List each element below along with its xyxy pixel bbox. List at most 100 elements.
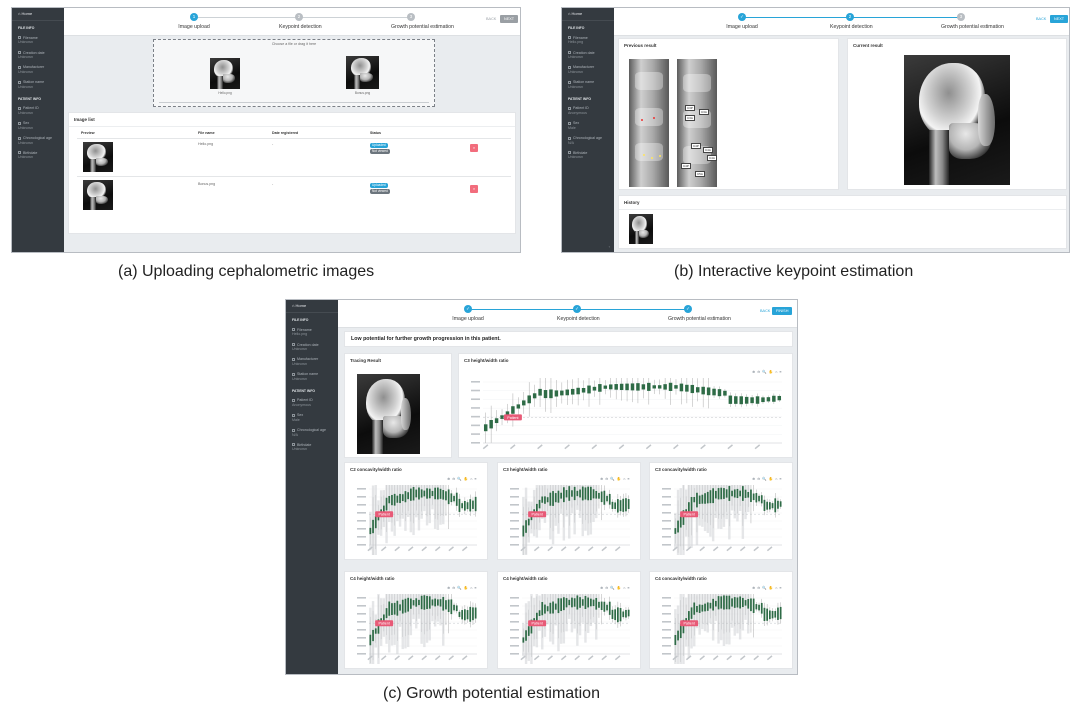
box[interactable] [557, 594, 560, 652]
step-growth[interactable]: 3 Growth potential estimation [391, 13, 454, 30]
box[interactable] [747, 594, 750, 634]
box[interactable] [554, 485, 557, 526]
box[interactable] [442, 485, 445, 525]
box[interactable] [598, 594, 600, 618]
box[interactable] [609, 378, 613, 398]
sidebar-home[interactable]: ⌂ Home [562, 8, 614, 22]
box[interactable] [554, 380, 559, 407]
box[interactable] [766, 395, 771, 404]
box-plot[interactable]: Patient [660, 485, 788, 555]
box-plot[interactable]: Patient [508, 594, 636, 664]
box[interactable] [396, 485, 399, 522]
box[interactable] [779, 499, 782, 509]
box[interactable] [433, 594, 437, 627]
box[interactable] [734, 393, 738, 407]
box[interactable] [557, 485, 560, 534]
box[interactable] [573, 485, 576, 535]
next-button[interactable]: NEXT [500, 15, 519, 23]
box[interactable] [771, 501, 774, 511]
box[interactable] [619, 495, 622, 516]
box[interactable] [406, 594, 410, 648]
box[interactable] [750, 594, 752, 633]
box[interactable] [606, 493, 608, 504]
box[interactable] [425, 594, 429, 643]
box[interactable] [627, 607, 630, 619]
step-upload[interactable]: 1 Image upload [174, 13, 214, 30]
box[interactable] [690, 378, 695, 407]
box[interactable] [695, 378, 700, 402]
box[interactable] [679, 594, 682, 664]
box[interactable] [725, 594, 728, 645]
keypoint-label[interactable]: C5A [695, 171, 705, 177]
box[interactable] [393, 594, 396, 645]
box[interactable] [768, 607, 771, 623]
box[interactable] [385, 594, 388, 644]
box[interactable] [592, 485, 595, 523]
box[interactable] [709, 485, 712, 537]
box[interactable] [701, 594, 704, 630]
box[interactable] [494, 410, 499, 432]
box[interactable] [554, 594, 557, 626]
patient-marker[interactable]: Patient [528, 620, 547, 627]
keypoint-label[interactable]: C4A [707, 155, 717, 161]
box[interactable] [420, 594, 423, 644]
box[interactable] [483, 412, 488, 443]
box[interactable] [755, 393, 760, 407]
box[interactable] [747, 485, 750, 513]
dropzone[interactable]: Choose a file or drag it here Hello.png … [153, 39, 435, 107]
box[interactable] [549, 378, 553, 414]
box[interactable] [682, 594, 685, 664]
box[interactable] [766, 603, 769, 626]
box[interactable] [546, 594, 549, 625]
box[interactable] [565, 485, 568, 517]
thumb-image-2[interactable] [346, 56, 379, 89]
next-button[interactable]: NEXT [1050, 15, 1069, 23]
box[interactable] [701, 485, 704, 527]
box[interactable] [755, 489, 758, 506]
box[interactable] [589, 485, 593, 535]
box[interactable] [614, 378, 618, 400]
box[interactable] [744, 394, 749, 407]
box[interactable] [763, 495, 766, 516]
box[interactable] [369, 607, 372, 664]
box-plot[interactable]: Patient [469, 378, 788, 453]
box[interactable] [578, 485, 582, 518]
box[interactable] [730, 485, 734, 511]
chart-toolbar-icon[interactable]: ⊕ ⊖ 🔍 ✋ ⌂ ≡ [600, 586, 630, 590]
box[interactable] [570, 379, 575, 405]
box[interactable] [543, 378, 548, 412]
box[interactable] [622, 493, 625, 517]
box[interactable] [524, 487, 528, 555]
box[interactable] [736, 594, 739, 634]
box[interactable] [406, 485, 410, 518]
box[interactable] [592, 380, 597, 397]
chart-toolbar-icon[interactable]: ⊕ ⊖ 🔍 ✋ ⌂ ≡ [752, 586, 782, 590]
box[interactable] [516, 397, 521, 416]
step-growth[interactable]: 3 Growth potential estimation [941, 13, 1004, 30]
box[interactable] [717, 594, 720, 644]
box[interactable] [538, 378, 542, 408]
box[interactable] [611, 499, 614, 512]
box-plot[interactable]: Patient [660, 594, 788, 664]
box[interactable] [543, 594, 547, 637]
box[interactable] [744, 594, 747, 620]
box[interactable] [489, 405, 493, 443]
box[interactable] [455, 487, 458, 511]
delete-button[interactable]: × [470, 144, 478, 152]
box[interactable] [527, 501, 530, 543]
box[interactable] [771, 608, 774, 622]
box[interactable] [559, 594, 563, 644]
box[interactable] [619, 378, 624, 401]
keypoint-label[interactable]: C4A [703, 147, 713, 153]
box[interactable] [466, 499, 469, 512]
box[interactable] [630, 378, 635, 403]
keypoint-label[interactable]: C3A [699, 109, 709, 115]
box[interactable] [568, 594, 571, 619]
box[interactable] [768, 499, 771, 513]
box[interactable] [698, 485, 701, 526]
finish-button[interactable]: FINISH [772, 307, 793, 315]
box[interactable] [436, 485, 440, 530]
box[interactable] [469, 601, 472, 628]
box[interactable] [423, 485, 426, 512]
patient-marker[interactable]: Patient [528, 511, 547, 518]
